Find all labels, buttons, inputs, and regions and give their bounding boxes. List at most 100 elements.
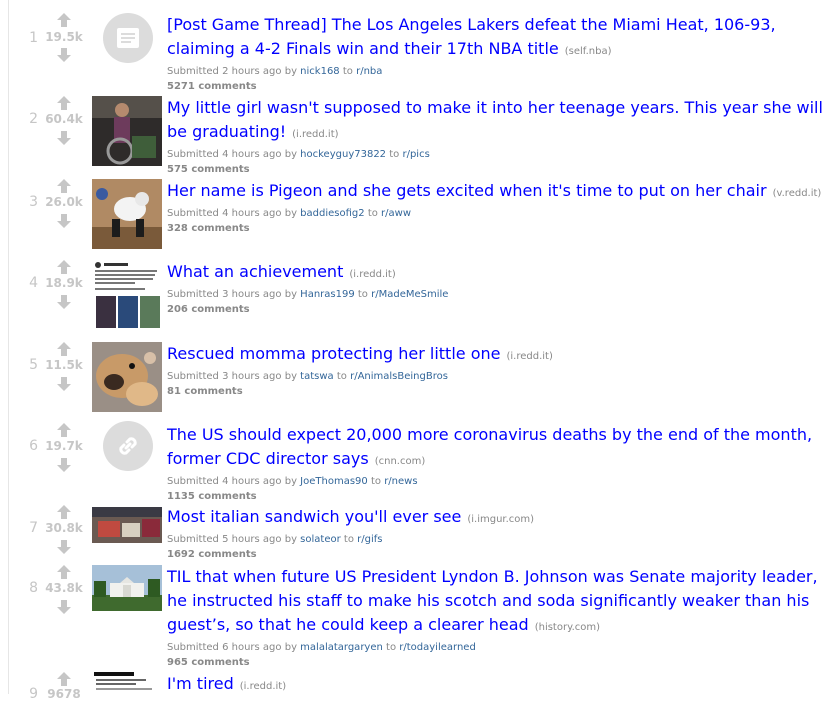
post-thumbnail[interactable] [92,260,162,330]
post-entry: My little girl wasn't supposed to make i… [167,96,835,177]
score: 26.0k [45,195,83,209]
downvote-arrow-icon[interactable] [57,295,71,309]
upvote-arrow-icon[interactable] [57,565,71,579]
downvote-arrow-icon[interactable] [57,458,71,472]
author-link[interactable]: solateor [300,534,341,545]
downvote-arrow-icon[interactable] [57,131,71,145]
rank: 8 [29,580,38,596]
left-border [8,0,9,694]
author-link[interactable]: nick168 [300,66,340,77]
downvote-arrow-icon[interactable] [57,600,71,614]
comments-link[interactable]: 1692 comments [167,547,835,562]
upvote-arrow-icon[interactable] [57,179,71,193]
rank: 3 [29,194,38,210]
upvote-arrow-icon[interactable] [57,423,71,437]
score: 9678 [47,687,81,701]
tagline: Submitted 5 hours ago by solateor to r/g… [167,534,383,545]
downvote-arrow-icon[interactable] [57,540,71,554]
post-domain[interactable]: (i.redd.it) [292,129,338,140]
score: 11.5k [45,358,83,372]
post-thumbnail[interactable] [92,179,162,249]
tagline: Submitted 4 hours ago by hockeyguy73822 … [167,149,430,160]
tagline: Submitted 4 hours ago by baddiesofig2 to… [167,208,412,219]
downvote-arrow-icon[interactable] [57,214,71,228]
rank: 1 [29,30,38,46]
score: 60.4k [45,112,83,126]
author-link[interactable]: hockeyguy73822 [300,149,386,160]
post-domain[interactable]: (i.redd.it) [240,681,286,692]
rank: 4 [29,275,38,291]
post-domain[interactable]: (i.redd.it) [349,269,395,280]
post-title-link[interactable]: TIL that when future US President Lyndon… [167,567,818,634]
post-title-link[interactable]: Most italian sandwich you'll ever see [167,507,461,526]
post-title-link[interactable]: What an achievement [167,262,343,281]
rank: 9 [29,686,38,702]
upvote-arrow-icon[interactable] [57,260,71,274]
comments-link[interactable]: 965 comments [167,655,835,670]
comments-link[interactable]: 328 comments [167,221,835,236]
post-title-link[interactable]: The US should expect 20,000 more coronav… [167,425,812,468]
rank: 7 [29,520,38,536]
post-title-link[interactable]: Rescued momma protecting her little one [167,344,500,363]
author-link[interactable]: JoeThomas90 [300,476,368,487]
score: 19.5k [45,30,83,44]
subreddit-link[interactable]: r/news [384,476,417,487]
post-domain[interactable]: (history.com) [535,622,600,633]
post-thumbnail[interactable] [92,342,162,412]
subreddit-link[interactable]: r/AnimalsBeingBros [350,371,448,382]
post-title-link[interactable]: My little girl wasn't supposed to make i… [167,98,823,141]
link-icon[interactable] [103,421,153,471]
upvote-arrow-icon[interactable] [57,672,71,686]
rank: 6 [29,438,38,454]
post-thumbnail[interactable] [92,671,162,694]
post-domain[interactable]: (i.imgur.com) [467,514,534,525]
post-domain[interactable]: (cnn.com) [375,456,426,467]
comments-link[interactable]: 81 comments [167,384,835,399]
comments-link[interactable]: 1135 comments [167,489,835,504]
post-entry: Most italian sandwich you'll ever see (i.… [167,505,835,562]
post-title-link[interactable]: Her name is Pigeon and she gets excited … [167,181,767,200]
post-thumbnail[interactable] [92,565,162,611]
rank: 2 [29,111,38,127]
post-domain[interactable]: (i.redd.it) [506,351,552,362]
downvote-arrow-icon[interactable] [57,377,71,391]
post-thumbnail[interactable] [92,96,162,166]
subreddit-link[interactable]: r/aww [381,208,411,219]
tagline: Submitted 4 hours ago by JoeThomas90 to … [167,476,418,487]
post-entry: [Post Game Thread] The Los Angeles Laker… [167,13,835,94]
post-domain[interactable]: (self.nba) [565,46,612,57]
author-link[interactable]: tatswa [300,371,334,382]
subreddit-link[interactable]: r/MadeMeSmile [371,289,448,300]
post-domain[interactable]: (v.redd.it) [773,188,822,199]
upvote-arrow-icon[interactable] [57,505,71,519]
post-entry: The US should expect 20,000 more coronav… [167,423,835,504]
self-post-icon[interactable] [103,13,153,63]
post-title-link[interactable]: [Post Game Thread] The Los Angeles Laker… [167,15,776,58]
score: 19.7k [45,439,83,453]
subreddit-link[interactable]: r/pics [402,149,429,160]
score: 18.9k [45,276,83,290]
subreddit-link[interactable]: r/todayilearned [399,642,476,653]
upvote-arrow-icon[interactable] [57,96,71,110]
post-entry: I'm tired (i.redd.it) [167,672,835,699]
tagline: Submitted 6 hours ago by malalatargaryen… [167,642,476,653]
upvote-arrow-icon[interactable] [57,342,71,356]
subreddit-link[interactable]: r/gifs [357,534,382,545]
score: 43.8k [45,581,83,595]
subreddit-link[interactable]: r/nba [356,66,382,77]
author-link[interactable]: baddiesofig2 [300,208,364,219]
author-link[interactable]: malalatargaryen [300,642,383,653]
post-thumbnail[interactable] [92,507,162,543]
tagline: Submitted 2 hours ago by nick168 to r/nb… [167,66,383,77]
score: 30.8k [45,521,83,535]
author-link[interactable]: Hanras199 [300,289,355,300]
post-entry: Her name is Pigeon and she gets excited … [167,179,835,236]
comments-link[interactable]: 575 comments [167,162,835,177]
rank: 5 [29,357,38,373]
post-title-link[interactable]: I'm tired [167,674,234,693]
comments-link[interactable]: 206 comments [167,302,835,317]
upvote-arrow-icon[interactable] [57,13,71,27]
comments-link[interactable]: 5271 comments [167,79,835,94]
post-entry: TIL that when future US President Lyndon… [167,565,835,670]
downvote-arrow-icon[interactable] [57,48,71,62]
